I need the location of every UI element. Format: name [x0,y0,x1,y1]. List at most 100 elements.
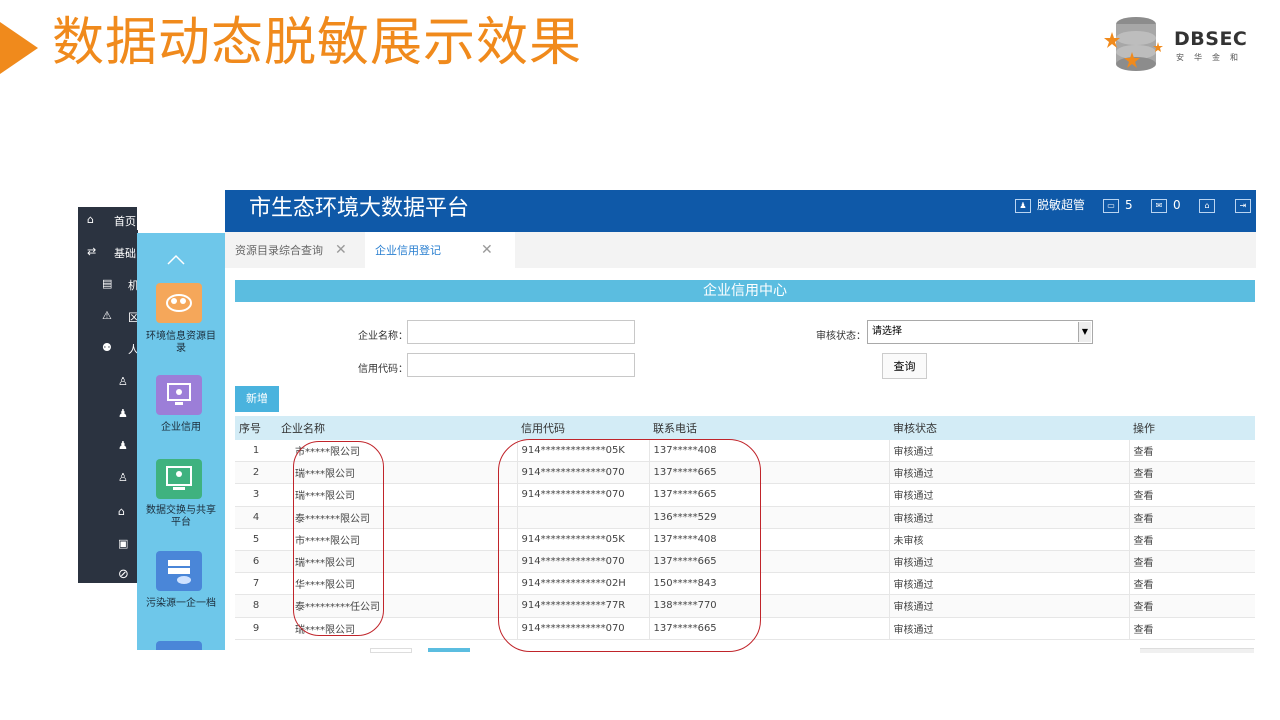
pagination-controls[interactable] [1140,648,1254,653]
tab-resource-query[interactable]: 资源目录综合查询 ✕ [235,232,347,268]
tab-credit-register[interactable]: 企业信用登记 ✕ [365,232,515,268]
notices-count: 0 [1173,198,1181,212]
dark-sidebar-item-11[interactable]: ⊘ [78,563,138,591]
home-icon: ⌂ [1199,198,1215,213]
message-icon: ▭ [1103,198,1119,213]
dark-sidebar-item-9[interactable]: ⌂ [78,499,138,527]
audit-status-value: 请选择 [872,326,902,337]
cell-status: 审核通过 [888,483,1129,507]
view-link[interactable]: 查看 [1128,506,1255,529]
logo-text: DBSEC [1174,28,1248,50]
dark-sidebar-item-region[interactable]: ⚠ 区 [78,303,139,331]
database-logo-icon [1104,17,1163,71]
current-user[interactable]: ♟ 脱敏超管 [1015,196,1085,214]
chevron-up-icon[interactable] [165,249,187,271]
exchange-icon [156,459,202,499]
mail-icon: ✉ [1151,198,1167,213]
column-header: 序号 [235,416,277,440]
swap-icon: ⇄ [87,245,97,258]
cell-seq: 4 [235,506,277,529]
dark-sidebar-item-basic[interactable]: ⇄ 基础 [78,239,138,267]
logout-icon: ⇥ [1235,198,1251,213]
slide-title: 数据动态脱敏展示效果 [52,13,583,73]
audit-status-label: 审核状态： [816,331,866,342]
section-title: 企业信用中心 [235,280,1255,302]
logo-subtext: 安华金和 [1176,53,1248,62]
query-button[interactable]: 查询 [882,353,927,379]
dark-sidebar-item-6[interactable]: ♟ [78,401,138,429]
region-icon: ⚠ [102,309,112,322]
sidebar-item-label: 污染源一企一档 [146,598,216,609]
home-button[interactable]: ⌂ [1199,196,1221,214]
cell-status: 审核通过 [888,572,1129,596]
view-link[interactable]: 查看 [1128,550,1255,574]
cell-seq: 9 [235,617,277,640]
highlight-oval-name [293,441,384,636]
sidebar-item-label: 企业信用 [161,422,201,433]
dark-sidebar-item-7[interactable]: ♟ [78,433,138,461]
table-header-row: 序号 企业名称 信用代码 联系电话 审核状态 操作 [235,416,1255,440]
view-link[interactable]: 查看 [1128,440,1255,463]
view-link[interactable]: 查看 [1128,483,1255,507]
sidebar-item-next[interactable] [156,641,202,650]
column-header[interactable]: 审核状态 [889,416,1129,440]
company-name-input[interactable] [407,320,635,344]
column-header[interactable]: 企业名称 [277,416,517,440]
logout-button[interactable]: ⇥ [1235,196,1257,214]
title-arrow-icon [0,22,38,74]
dark-sidebar-item-home[interactable]: ⌂ 首页 [78,207,138,235]
person-outline-icon: ♙ [118,471,128,484]
cell-status: 审核通过 [888,617,1129,640]
cell-status: 审核通过 [888,440,1129,463]
view-link[interactable]: 查看 [1128,528,1255,551]
company-name-label: 企业名称： [358,331,408,342]
credit-code-input[interactable] [407,353,635,377]
view-link[interactable]: 查看 [1128,617,1255,640]
column-header[interactable]: 信用代码 [517,416,649,440]
cell-status: 审核通过 [888,594,1129,618]
close-icon[interactable]: ✕ [335,242,347,258]
app-title: 市生态环境大数据平台 [249,196,470,221]
dark-sidebar: ⌂ 首页 ⇄ 基础 ▤ 机 ⚠ 区 ⚉ 人 ♙ ♟ ♟ ♙ ⌂ ▣ ⊘ [78,207,139,583]
dark-sidebar-item-org[interactable]: ▤ 机 [78,271,139,299]
pagination-input[interactable] [370,648,412,653]
column-header[interactable]: 联系电话 [649,416,889,440]
monitor-icon [156,375,202,415]
cell-seq: 7 [235,572,277,596]
view-link[interactable]: 查看 [1128,594,1255,618]
add-button[interactable]: 新增 [235,386,279,412]
server-icon [156,551,202,591]
user-icon: ♟ [1015,198,1031,213]
dark-sidebar-item-5[interactable]: ♙ [78,369,138,397]
tab-label: 资源目录综合查询 [235,244,323,257]
view-link[interactable]: 查看 [1128,461,1255,485]
dark-sidebar-item-10[interactable]: ▣ [78,531,138,559]
sidebar-item-label: 环境信息资源目录 [146,331,216,354]
messages-count: 5 [1125,198,1133,212]
cell-seq: 8 [235,594,277,618]
tab-label: 企业信用登记 [375,244,441,257]
audit-status-select[interactable]: 请选择 ▼ [867,320,1093,344]
tab-bar: 资源目录综合查询 ✕ 企业信用登记 ✕ [225,232,1256,268]
pagination-button[interactable] [428,648,470,652]
messages-button[interactable]: ▭ 5 [1103,196,1133,214]
dark-sidebar-label: 基础 [114,247,136,260]
home-icon: ⌂ [87,213,94,226]
dark-sidebar-item-8[interactable]: ♙ [78,465,138,493]
folder-icon: ▣ [118,537,129,550]
column-header: 操作 [1129,416,1255,440]
cell-seq: 3 [235,483,277,507]
cell-status: 审核通过 [888,550,1129,574]
view-link[interactable]: 查看 [1128,572,1255,596]
cell-seq: 2 [235,461,277,485]
users-icon: ♟ [118,407,128,420]
cell-seq: 6 [235,550,277,574]
app-header: 市生态环境大数据平台 ♟ 脱敏超管 ▭ 5 ✉ 0 ⌂ ⇥ [225,190,1256,232]
person-icon: ♟ [118,439,128,452]
close-icon[interactable]: ✕ [481,242,493,258]
module-sidebar: 环境信息资源目录 企业信用 数据交换与共享平台 污染源一企一档 [137,233,225,650]
notices-button[interactable]: ✉ 0 [1151,196,1181,214]
sidebar-item-label: 数据交换与共享平台 [146,505,216,528]
user-name: 脱敏超管 [1037,198,1086,212]
dark-sidebar-item-person[interactable]: ⚉ 人 [78,335,139,363]
